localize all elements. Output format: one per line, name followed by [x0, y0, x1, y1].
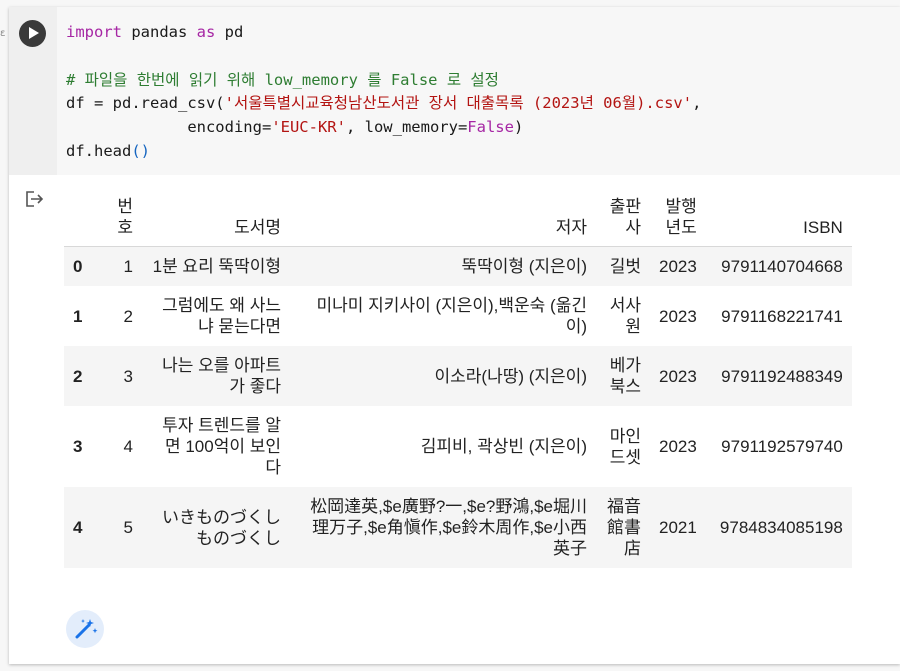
- cell-isbn: 9791168221741: [721, 306, 843, 326]
- cell-title: 1분 요리 뚝딱이형: [142, 246, 290, 286]
- table-row: 3 4 투자 트렌드를 알면 100억이 보인다 김피비, 곽상빈 (지은이) …: [64, 406, 852, 487]
- cell-publisher: 마인드셋: [609, 426, 641, 467]
- column-header-year: 발행년도: [650, 190, 706, 247]
- cell-year: 2023: [650, 246, 706, 286]
- column-header-isbn: ISBN: [705, 190, 852, 247]
- run-cell-button[interactable]: [19, 20, 46, 47]
- cell-year: 2021: [650, 487, 706, 568]
- cell-isbn: 9791192579740: [721, 437, 843, 456]
- code-string: 'EUC-KR': [271, 118, 346, 137]
- cell-author: 미나미 지키사이 (지은이),백운숙 (옮긴이): [316, 296, 587, 336]
- column-header-author: 저자: [290, 190, 596, 247]
- cell-author: 뚝딱이형 (지은이): [290, 246, 596, 286]
- cell-number: 1: [106, 246, 142, 286]
- cell-title: いきものづくし ものづくし: [142, 487, 290, 568]
- left-edge-marker: ɛ: [0, 28, 6, 39]
- code-token: import: [66, 23, 122, 41]
- cell-title: 그럼에도 왜 사느냐 묻는다면: [162, 296, 281, 336]
- row-index: 0: [64, 246, 106, 286]
- table-row: 4 5 いきものづくし ものづくし 松岡達英,$e廣野?一,$e?野鴻,$e堀川…: [64, 487, 852, 568]
- table-row: 1 2 그럼에도 왜 사느냐 묻는다면 미나미 지키사이 (지은이),백운숙 (…: [64, 286, 852, 346]
- row-index: 3: [73, 437, 83, 456]
- code-token: pd: [215, 23, 244, 41]
- row-index: 2: [64, 346, 106, 406]
- cell-year: 2023: [650, 346, 706, 406]
- cell-year: 2023: [659, 306, 697, 326]
- code-token: encoding=: [66, 118, 272, 137]
- cell-publisher: 서사원: [609, 296, 641, 336]
- code-token: df = pd.read_csv(: [66, 94, 225, 113]
- column-header-publisher: 출판사: [596, 190, 650, 247]
- cell-year: 2023: [659, 437, 697, 456]
- cell-title: 투자 트렌드를 알면 100억이 보인다: [162, 416, 281, 477]
- output-icon[interactable]: [25, 190, 45, 208]
- code-source[interactable]: import pandas as pd # 파일을 한번에 읽기 위해 low_…: [66, 21, 701, 164]
- code-token: False: [467, 118, 514, 137]
- code-token: df.head: [66, 141, 132, 160]
- code-token: as: [196, 23, 216, 41]
- cell-publisher: 길벗: [596, 246, 650, 286]
- code-token: pandas: [122, 23, 197, 41]
- cell-isbn: 9784834085198: [705, 487, 852, 568]
- dataframe-table: 번호 도서명 저자 출판사 발행년도 ISBN 0 1 1분 요리 뚝딱이형 뚝…: [64, 190, 852, 568]
- cell-author: 이소라(나땅) (지은이): [290, 346, 596, 406]
- code-token: (): [131, 141, 150, 160]
- cell-isbn: 9791140704668: [705, 246, 852, 286]
- cell-isbn: 9791192488349: [705, 346, 852, 406]
- cell-author: 김피비, 곽상빈 (지은이): [420, 437, 587, 456]
- code-editor[interactable]: import pandas as pd # 파일을 한번에 읽기 위해 low_…: [9, 7, 900, 175]
- code-cell[interactable]: import pandas as pd # 파일을 한번에 읽기 위해 low_…: [9, 7, 900, 664]
- cell-number: 3: [106, 346, 142, 406]
- code-comment: # 파일을 한번에 읽기 위해 low_memory 를 False 로 설정: [66, 70, 499, 89]
- code-string: '서울특별시교육청남산도서관 장서 대출목록 (2023년 06월).csv': [224, 94, 693, 113]
- cell-publisher: 福音館書店: [596, 487, 650, 568]
- table-row: 2 3 나는 오를 아파트가 좋다 이소라(나땅) (지은이) 베가북스 202…: [64, 346, 852, 406]
- column-header-title: 도서명: [142, 190, 290, 247]
- code-token: ,: [692, 94, 702, 113]
- cell-number: 4: [123, 437, 133, 456]
- cell-author: 松岡達英,$e廣野?一,$e?野鴻,$e堀川理万子,$e角愼作,$e鈴木周作,$…: [290, 487, 596, 568]
- column-header-number: 번호: [106, 190, 142, 247]
- dataframe-output: 번호 도서명 저자 출판사 발행년도 ISBN 0 1 1분 요리 뚝딱이형 뚝…: [64, 190, 852, 568]
- cell-title: 나는 오를 아파트가 좋다: [142, 346, 290, 406]
- code-token: ): [513, 118, 524, 137]
- cell-publisher: 베가북스: [596, 346, 650, 406]
- table-row: 0 1 1분 요리 뚝딱이형 뚝딱이형 (지은이) 길벗 2023 979114…: [64, 246, 852, 286]
- row-index: 1: [73, 306, 83, 326]
- column-header-index: [64, 190, 106, 247]
- row-index: 4: [64, 487, 106, 568]
- table-header-row: 번호 도서명 저자 출판사 발행년도 ISBN: [64, 190, 852, 247]
- code-token: , low_memory=: [345, 118, 468, 137]
- magic-wand-button[interactable]: [66, 610, 104, 648]
- cell-number: 2: [123, 306, 133, 326]
- cell-number: 5: [106, 487, 142, 568]
- magic-wand-icon: [75, 619, 98, 639]
